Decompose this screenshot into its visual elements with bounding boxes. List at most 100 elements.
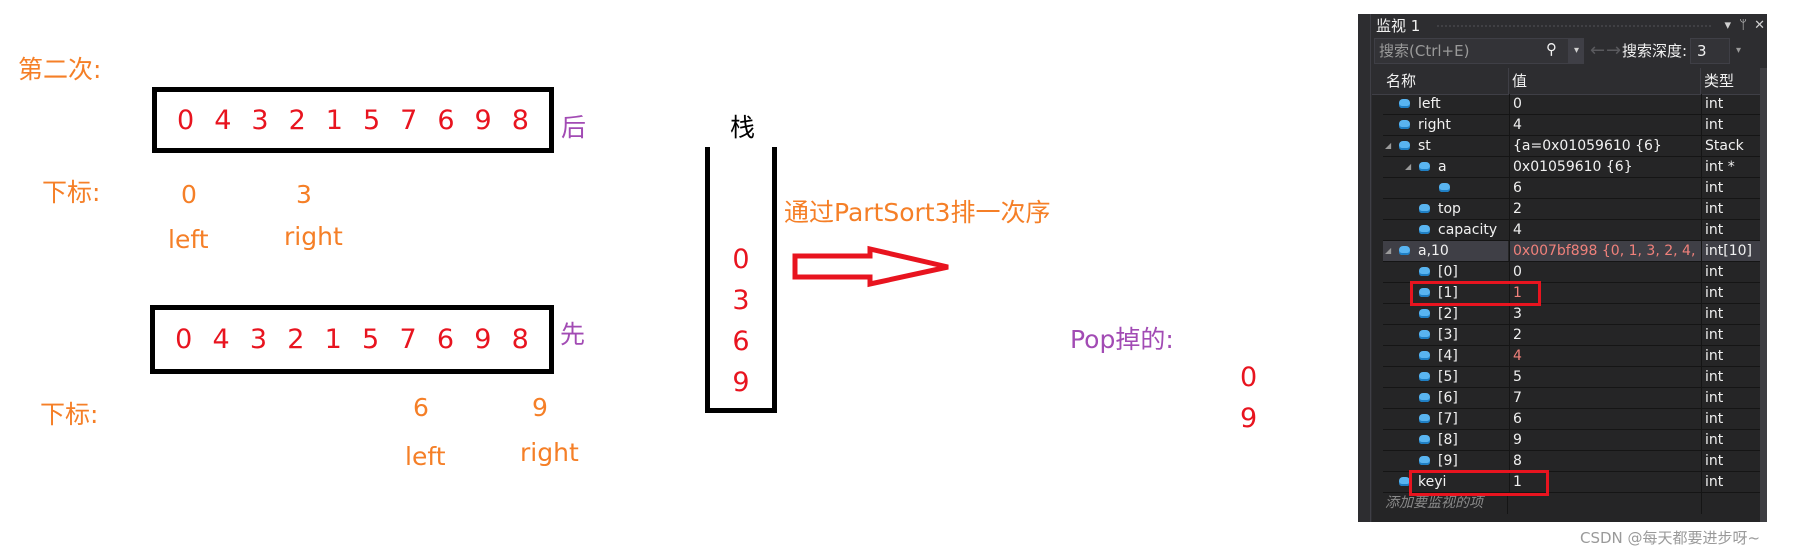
search-input[interactable]: 搜索(Ctrl+E) xyxy=(1374,38,1569,64)
arrow-caption: 通过PartSort3排一次序 xyxy=(784,198,1051,227)
search-forward-arrow-icon[interactable]: → xyxy=(1606,39,1621,63)
watch-row[interactable]: [8] 9 int xyxy=(1383,430,1760,451)
add-watch-item-row[interactable]: 添加要监视的项 xyxy=(1383,493,1760,514)
watch-row-name-cell[interactable]: ◢ a,10 xyxy=(1383,241,1508,261)
window-menu-dropdown-icon[interactable]: ▾ xyxy=(1724,14,1731,38)
watch-row[interactable]: [2] 3 int xyxy=(1383,304,1760,325)
column-divider xyxy=(1701,493,1702,514)
watch-row-name-cell[interactable]: ◢ a xyxy=(1383,157,1508,177)
pin-icon[interactable]: ᛘ xyxy=(1739,14,1747,38)
watch-row-name-cell[interactable]: capacity xyxy=(1383,220,1508,240)
watch-row-value[interactable]: 3 xyxy=(1509,304,1701,324)
bottom-left-index: 6 xyxy=(413,393,429,422)
search-options-dropdown-icon[interactable]: ▾ xyxy=(1569,38,1584,64)
watch-row-name-cell[interactable]: left xyxy=(1383,94,1508,114)
close-icon[interactable]: ✕ xyxy=(1754,14,1765,38)
watch-row-value[interactable]: 0x007bf898 {0, 1, 3, 2, 4, 5,... xyxy=(1509,241,1701,261)
array-cell: 7 xyxy=(400,104,418,136)
column-header-name[interactable]: 名称 xyxy=(1386,68,1416,94)
column-divider[interactable] xyxy=(1508,68,1509,94)
watch-row-value[interactable]: 4 xyxy=(1509,220,1701,240)
watch-row[interactable]: ◢ a 0x01059610 {6} int * xyxy=(1383,157,1760,178)
bottom-array-box: 0432157698 xyxy=(150,305,554,374)
watch-row-type: int xyxy=(1701,262,1760,282)
watch-row[interactable]: [5] 5 int xyxy=(1383,367,1760,388)
column-divider[interactable] xyxy=(1700,68,1701,94)
watch-row-type: int xyxy=(1701,199,1760,219)
watch-row[interactable]: [3] 2 int xyxy=(1383,325,1760,346)
watch-row-name-cell[interactable]: [5] xyxy=(1383,367,1508,387)
watch-row-name: top xyxy=(1438,201,1461,217)
watch-row[interactable]: ◢ a,10 0x007bf898 {0, 1, 3, 2, 4, 5,...int… xyxy=(1383,241,1760,262)
watch-row-name-cell[interactable]: top xyxy=(1383,199,1508,219)
watch-row-name: [6] xyxy=(1438,390,1458,406)
watch-row-value[interactable]: 4 xyxy=(1509,115,1701,135)
search-back-arrow-icon[interactable]: ← xyxy=(1590,39,1605,63)
watch-row-name: [5] xyxy=(1438,369,1458,385)
watch-row[interactable]: [4] 4 int xyxy=(1383,346,1760,367)
variable-object-icon xyxy=(1399,141,1410,150)
watch-row-name-cell[interactable]: right xyxy=(1383,115,1508,135)
add-watch-item-input[interactable]: 添加要监视的项 xyxy=(1383,493,1508,514)
expand-toggle-icon[interactable]: ◢ xyxy=(1405,157,1411,177)
highlight-box xyxy=(1410,281,1541,306)
watch-row-type: int xyxy=(1701,430,1760,450)
watch-row-value[interactable]: 2 xyxy=(1509,199,1701,219)
watch-row-value[interactable]: 5 xyxy=(1509,367,1701,387)
array-cell: 6 xyxy=(436,324,455,355)
watch-row-name-cell[interactable]: [3] xyxy=(1383,325,1508,345)
column-header-type[interactable]: 类型 xyxy=(1704,68,1734,94)
variable-object-icon xyxy=(1419,309,1430,318)
watch-titlebar[interactable]: 监视 1 ▾ ᛘ ✕ xyxy=(1372,14,1767,38)
watch-row[interactable]: capacity 4 int xyxy=(1383,220,1760,241)
watch-row[interactable]: top 2 int xyxy=(1383,199,1760,220)
watch-row-name-cell[interactable]: [7] xyxy=(1383,409,1508,429)
watch-row-type: int xyxy=(1701,94,1760,114)
watch-row[interactable]: [7] 6 int xyxy=(1383,409,1760,430)
watch-row-value[interactable]: 0x01059610 {6} xyxy=(1509,157,1701,177)
variable-object-icon xyxy=(1419,225,1430,234)
watch-row[interactable]: right 4 int xyxy=(1383,115,1760,136)
watch-row-value[interactable]: 0 xyxy=(1509,94,1701,114)
watch-row[interactable]: [6] 7 int xyxy=(1383,388,1760,409)
watch-row-name-cell[interactable]: [6] xyxy=(1383,388,1508,408)
variable-object-icon xyxy=(1419,372,1430,381)
watch-row-value[interactable]: {a=0x01059610 {6} top=2 ... xyxy=(1509,136,1701,156)
watch-row-name: a,10 xyxy=(1418,243,1449,259)
expand-toggle-icon[interactable]: ◢ xyxy=(1385,136,1391,156)
watch-row-name-cell[interactable]: [8] xyxy=(1383,430,1508,450)
variable-object-icon xyxy=(1419,204,1430,213)
watch-row-value[interactable]: 2 xyxy=(1509,325,1701,345)
watch-row-value[interactable]: 6 xyxy=(1509,409,1701,429)
variable-object-icon xyxy=(1419,456,1430,465)
watch-row-name-cell[interactable]: ◢ st xyxy=(1383,136,1508,156)
watch-row[interactable]: [9] 8 int xyxy=(1383,451,1760,472)
watch-row-value[interactable]: 9 xyxy=(1509,430,1701,450)
watch-row[interactable]: left 0 int xyxy=(1383,94,1760,115)
watch-row-value[interactable]: 8 xyxy=(1509,451,1701,471)
watch-row-value[interactable]: 4 xyxy=(1509,346,1701,366)
watch-row-name-cell[interactable]: [9] xyxy=(1383,451,1508,471)
watch-row-name-cell[interactable]: [4] xyxy=(1383,346,1508,366)
watch-row-name-cell[interactable] xyxy=(1383,178,1508,198)
watch-row[interactable]: 6 int xyxy=(1383,178,1760,199)
search-depth-select[interactable]: 3 ▾ xyxy=(1690,38,1741,64)
watch-row-value[interactable]: 6 xyxy=(1509,178,1701,198)
watch-row-name-cell[interactable]: [0] xyxy=(1383,262,1508,282)
watch-row-type: int[10] xyxy=(1701,241,1760,261)
watch-row-type: Stack xyxy=(1701,136,1760,156)
vertical-scrollbar[interactable] xyxy=(1760,68,1767,522)
watch-row[interactable]: [0] 0 int xyxy=(1383,262,1760,283)
array-cell: 3 xyxy=(249,324,268,355)
watch-row-name: [8] xyxy=(1438,432,1458,448)
watch-row-value[interactable]: 0 xyxy=(1509,262,1701,282)
stack-item: 6 xyxy=(732,326,750,357)
pass-title: 第二次: xyxy=(18,55,102,84)
chevron-down-icon[interactable]: ▾ xyxy=(1736,39,1741,63)
watch-row-name-cell[interactable]: [2] xyxy=(1383,304,1508,324)
watch-row[interactable]: ◢ st {a=0x01059610 {6} top=2 ...Stack xyxy=(1383,136,1760,157)
expand-toggle-icon[interactable]: ◢ xyxy=(1385,241,1391,261)
watch-row-value[interactable]: 7 xyxy=(1509,388,1701,408)
column-header-value[interactable]: 值 xyxy=(1512,68,1527,94)
search-icon[interactable]: ⚲ xyxy=(1546,40,1557,58)
